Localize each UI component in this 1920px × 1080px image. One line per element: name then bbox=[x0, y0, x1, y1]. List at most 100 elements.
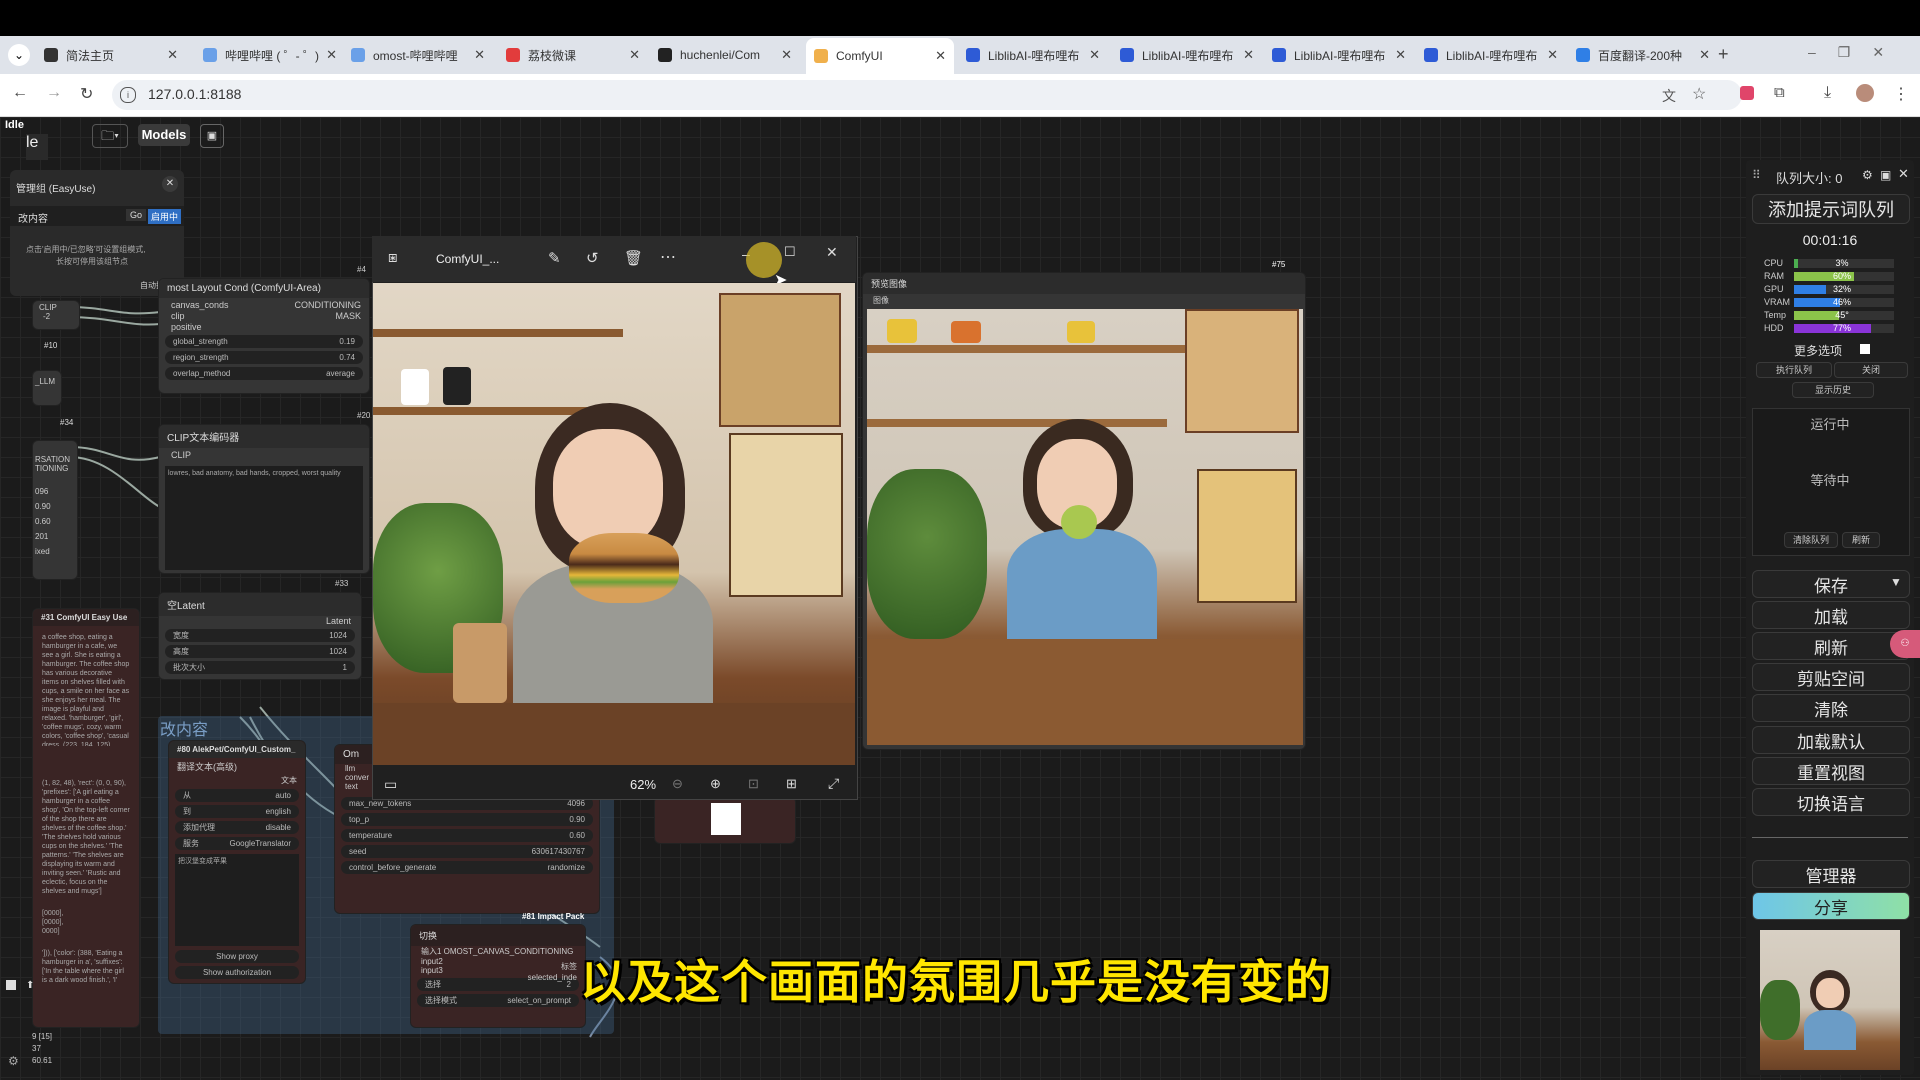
share-button[interactable]: 分享 bbox=[1752, 892, 1910, 920]
refresh-button[interactable]: 刷新 bbox=[1752, 632, 1910, 660]
zoom-out-icon[interactable]: ⊖ bbox=[672, 776, 683, 792]
widget-seed[interactable]: seed 630617430767 bbox=[341, 845, 593, 858]
tab-close-icon[interactable]: ✕ bbox=[781, 47, 792, 63]
tab-search-icon[interactable]: ⌄ bbox=[8, 44, 30, 66]
tab-close-icon[interactable]: ✕ bbox=[629, 47, 640, 63]
tab-close-icon[interactable]: ✕ bbox=[167, 47, 178, 63]
tab-1[interactable]: 简法主页 ✕ bbox=[36, 40, 186, 70]
translate-textarea[interactable]: 把汉堡变成苹果 bbox=[175, 854, 299, 946]
input-canvas-conds[interactable]: canvas_conds bbox=[171, 300, 229, 310]
input-positive[interactable]: positive bbox=[171, 322, 202, 332]
fit-icon[interactable]: ⊡ bbox=[748, 776, 759, 792]
filmstrip-icon[interactable]: ▭ bbox=[384, 776, 397, 793]
forward-icon[interactable]: → bbox=[46, 84, 62, 102]
edit-image-icon[interactable]: ✎ bbox=[548, 249, 561, 267]
reset-view-button[interactable]: 重置视图 bbox=[1752, 757, 1910, 785]
clipspace-button[interactable]: 剪贴空间 bbox=[1752, 663, 1910, 691]
tab-close-icon[interactable]: ✕ bbox=[1089, 47, 1100, 63]
output-text[interactable]: 文本 bbox=[169, 775, 305, 786]
layout-cond-node[interactable]: most Layout Cond (ComfyUI-Area) #4 canva… bbox=[158, 265, 370, 394]
output-latent[interactable]: Latent bbox=[159, 616, 361, 626]
new-tab-icon[interactable]: + bbox=[1718, 44, 1729, 65]
load-default-button[interactable]: 加载默认 bbox=[1752, 726, 1910, 754]
widget-to[interactable]: 到 english bbox=[175, 805, 299, 818]
show-history-button[interactable]: 显示历史 bbox=[1792, 382, 1874, 398]
tab-close-icon[interactable]: ✕ bbox=[1547, 47, 1558, 63]
show-authorization-button[interactable]: Show authorization bbox=[175, 966, 299, 979]
menu-kebab-icon[interactable]: ⋮ bbox=[1893, 84, 1909, 104]
square-icon[interactable] bbox=[6, 980, 16, 990]
reload-icon[interactable]: ↻ bbox=[80, 84, 93, 104]
tab-close-icon[interactable]: ✕ bbox=[326, 47, 337, 63]
back-icon[interactable]: ← bbox=[12, 84, 28, 102]
maximize-icon[interactable]: ☐ bbox=[784, 244, 796, 260]
impact-switch-node[interactable]: 切换 输入1 OMOST_CANVAS_CONDITIONING input2 … bbox=[410, 924, 586, 1028]
history-thumbnail[interactable] bbox=[1760, 930, 1900, 1070]
clip-set-last-layer-node[interactable]: CLIP -2 bbox=[32, 300, 80, 330]
widget-top-p[interactable]: top_p 0.90 bbox=[341, 813, 593, 826]
run-queue-button[interactable]: 执行队列 bbox=[1756, 362, 1832, 378]
download-icon[interactable]: ⤓ bbox=[1824, 84, 1831, 102]
url-text[interactable]: 127.0.0.1:8188 bbox=[148, 86, 241, 102]
tab-2[interactable]: 哔哩哔哩 ( ゜- ゜) ✕ bbox=[195, 40, 345, 70]
tab-4[interactable]: 荔枝微课 ✕ bbox=[498, 40, 648, 70]
widget-from[interactable]: 从 auto bbox=[175, 789, 299, 802]
tab-5[interactable]: huchenlei/Com ✕ bbox=[650, 40, 800, 70]
small-preview-node[interactable] bbox=[654, 796, 796, 844]
tab-close-icon[interactable]: ✕ bbox=[1395, 47, 1406, 63]
tab-3[interactable]: omost-哔哩哔哩 ✕ bbox=[343, 40, 493, 70]
site-info-icon[interactable]: i bbox=[120, 87, 136, 103]
tab-close-icon[interactable]: ✕ bbox=[1699, 47, 1710, 63]
clear-button[interactable]: 清除 bbox=[1752, 694, 1910, 722]
tab-close-icon[interactable]: ✕ bbox=[935, 48, 946, 64]
tab-6[interactable]: ComfyUI ✕ bbox=[806, 38, 954, 74]
output-conditioning[interactable]: CONDITIONING bbox=[295, 300, 362, 310]
drag-handle-icon[interactable]: ⠿ bbox=[1752, 168, 1761, 182]
translate-node[interactable]: #80 AlekPet/ComfyUI_Custom_ 翻译文本(高级) 文本 … bbox=[168, 740, 306, 984]
gear-icon[interactable]: ⚙ bbox=[8, 1054, 19, 1068]
widget-proxy[interactable]: 添加代理 disable bbox=[175, 821, 299, 834]
tab-close-icon[interactable]: ✕ bbox=[474, 47, 485, 63]
widget-control-before-generate[interactable]: control_before_generate randomize bbox=[341, 861, 593, 874]
bookmark-star-icon[interactable]: ☆ bbox=[1692, 84, 1706, 104]
tab-11[interactable]: 百度翻译-200种 ✕ bbox=[1568, 40, 1718, 70]
empty-latent-node[interactable]: 空Latent #33 Latent 宽度 1024 高度 1024 批次大小 1 bbox=[158, 579, 362, 680]
extension-icon[interactable] bbox=[1740, 86, 1754, 100]
refresh-queue-button[interactable]: 刷新 bbox=[1842, 532, 1880, 548]
fullscreen-icon[interactable]: ⤢ bbox=[828, 775, 839, 792]
output-mask[interactable]: MASK bbox=[335, 311, 361, 321]
widget-service[interactable]: 服务 GoogleTranslator bbox=[175, 837, 299, 850]
zoom-in-icon[interactable]: ⊕ bbox=[710, 776, 721, 792]
queue-prompt-button[interactable]: 添加提示词队列 bbox=[1752, 194, 1910, 224]
more-options-checkbox[interactable] bbox=[1860, 344, 1870, 354]
tab-close-icon[interactable]: ✕ bbox=[1243, 47, 1254, 63]
easy-use-node[interactable]: #31 ComfyUI Easy Use a coffee shop, eati… bbox=[32, 608, 140, 1028]
more-icon[interactable]: ⋯ bbox=[660, 247, 676, 267]
preview-image-node[interactable]: 预览图像 图像 bbox=[862, 272, 1306, 750]
widget-global-strength[interactable]: global_strength 0.19 bbox=[165, 335, 363, 348]
tab-10[interactable]: LiblibAI-哩布哩布 ✕ bbox=[1416, 40, 1566, 70]
input-image[interactable]: 图像 bbox=[863, 294, 1305, 307]
tab-9[interactable]: LiblibAI-哩布哩布 ✕ bbox=[1264, 40, 1414, 70]
close-panel-icon[interactable]: ✕ bbox=[1898, 166, 1909, 182]
extensions-puzzle-icon[interactable]: ⧉ bbox=[1774, 84, 1785, 101]
close-queue-button[interactable]: 关闭 bbox=[1834, 362, 1908, 378]
pin-icon[interactable]: ⬆ bbox=[26, 980, 34, 991]
input-clip[interactable]: CLIP bbox=[159, 448, 369, 462]
input-2[interactable]: input2 bbox=[411, 957, 585, 966]
output-selected-index[interactable]: selected_inde bbox=[528, 973, 577, 982]
actual-size-icon[interactable]: ⊞ bbox=[786, 776, 797, 792]
switch-language-button[interactable]: 切换语言 bbox=[1752, 788, 1910, 816]
settings-gear-icon[interactable]: ⚙ bbox=[1862, 168, 1873, 182]
rotate-icon[interactable]: ↺ bbox=[586, 249, 599, 267]
widget-temperature[interactable]: temperature 0.60 bbox=[341, 829, 593, 842]
load-button[interactable]: 加载 bbox=[1752, 601, 1910, 629]
clear-queue-button[interactable]: 清除队列 bbox=[1784, 532, 1838, 548]
profile-avatar[interactable] bbox=[1856, 84, 1874, 102]
close-window-icon[interactable]: ✕ bbox=[826, 244, 838, 261]
show-proxy-button[interactable]: Show proxy bbox=[175, 950, 299, 963]
input-clip[interactable]: clip bbox=[171, 311, 185, 321]
image-icon[interactable]: ▣ bbox=[1880, 168, 1891, 182]
input-1[interactable]: 输入1 OMOST_CANVAS_CONDITIONING bbox=[411, 946, 585, 957]
manager-button[interactable]: 管理器 bbox=[1752, 860, 1910, 888]
